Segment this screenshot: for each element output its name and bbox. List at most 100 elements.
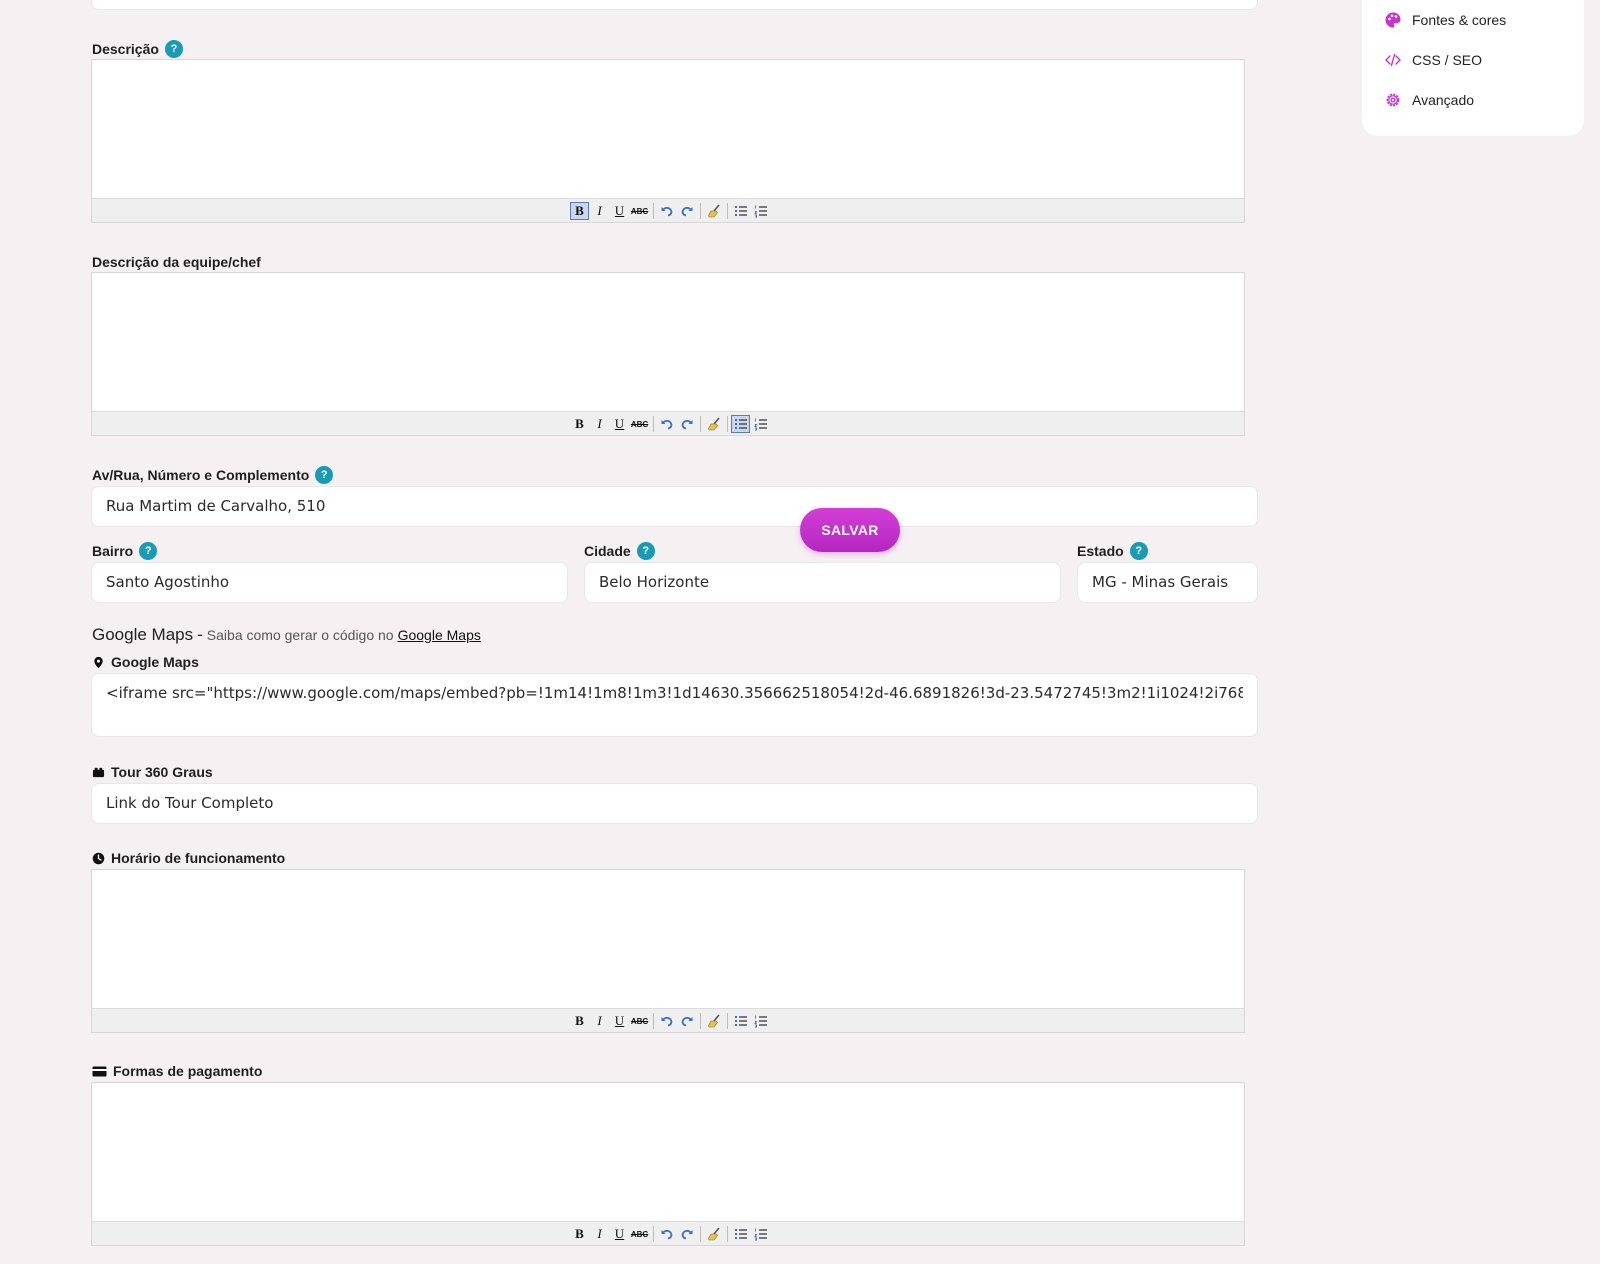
clock-icon — [92, 852, 105, 864]
estado-label: Estado ? — [1077, 541, 1148, 561]
redo-button[interactable] — [677, 202, 696, 220]
italic-button[interactable]: I — [590, 415, 609, 433]
endereco-input[interactable]: Rua Martim de Carvalho, 510 — [91, 486, 1258, 527]
camera-icon — [92, 767, 105, 777]
numbered-list-button[interactable] — [751, 202, 770, 220]
bairro-input[interactable]: Santo Agostinho — [91, 562, 568, 603]
bullet-list-icon — [734, 1229, 747, 1239]
editor-toolbar: B I U ABC — [92, 1221, 1244, 1245]
help-icon[interactable]: ? — [636, 542, 655, 560]
toolbar-divider — [700, 1226, 701, 1242]
descricao-editor: B I U ABC — [91, 59, 1245, 223]
endereco-label: Av/Rua, Número e Complemento ? — [92, 465, 334, 485]
undo-icon — [661, 206, 672, 217]
map-pin-icon — [94, 656, 103, 668]
editor-toolbar: B I U ABC — [92, 198, 1244, 222]
numbered-list-icon — [753, 1228, 767, 1241]
bullet-list-button[interactable] — [731, 1225, 750, 1243]
google-maps-heading: Google Maps - Saiba como gerar o código … — [92, 625, 481, 644]
broom-icon — [707, 1014, 720, 1028]
toolbar-divider — [653, 1013, 654, 1029]
top-field-edge[interactable] — [91, 0, 1258, 10]
horario-label: Horário de funcionamento — [92, 848, 285, 868]
side-menu-css-seo[interactable]: CSS / SEO — [1384, 48, 1482, 72]
side-menu-advanced[interactable]: Avançado — [1384, 88, 1474, 112]
italic-button[interactable]: I — [590, 202, 609, 220]
pagamento-label: Formas de pagamento — [92, 1061, 262, 1081]
undo-icon — [661, 1016, 672, 1027]
editor-toolbar: B I U ABC — [92, 1008, 1244, 1032]
tour-label: Tour 360 Graus — [92, 762, 213, 782]
redo-icon — [681, 1016, 692, 1027]
bold-button[interactable]: B — [570, 202, 589, 220]
editor-text-area[interactable] — [92, 60, 1244, 199]
undo-button[interactable] — [657, 202, 676, 220]
descricao-equipe-editor: B I U ABC — [91, 272, 1245, 436]
strikethrough-button[interactable]: ABC — [630, 202, 649, 220]
redo-button[interactable] — [677, 1225, 696, 1243]
pagamento-editor: B I U ABC — [91, 1082, 1245, 1246]
italic-button[interactable]: I — [590, 1225, 609, 1243]
toolbar-divider — [653, 416, 654, 432]
help-icon[interactable]: ? — [164, 40, 183, 58]
bold-button[interactable]: B — [570, 1012, 589, 1030]
toolbar-divider — [700, 416, 701, 432]
editor-text-area[interactable] — [92, 273, 1244, 412]
descricao-equipe-label: Descrição da equipe/chef — [92, 254, 261, 270]
toolbar-divider — [700, 1013, 701, 1029]
undo-button[interactable] — [657, 1225, 676, 1243]
help-icon[interactable]: ? — [315, 466, 334, 484]
redo-button[interactable] — [677, 415, 696, 433]
side-menu-fonts-colors[interactable]: Fontes & cores — [1384, 8, 1506, 32]
strikethrough-button[interactable]: ABC — [630, 1225, 649, 1243]
undo-icon — [661, 419, 672, 430]
numbered-list-button[interactable] — [751, 1012, 770, 1030]
strikethrough-button[interactable]: ABC — [630, 415, 649, 433]
side-menu-label: CSS / SEO — [1412, 52, 1483, 68]
google-maps-link[interactable]: Google Maps — [398, 627, 481, 643]
credit-card-icon — [92, 1066, 107, 1076]
underline-button[interactable]: U — [610, 1225, 629, 1243]
toolbar-divider — [653, 1226, 654, 1242]
bullet-list-button[interactable] — [731, 1012, 750, 1030]
broom-icon — [707, 1227, 720, 1241]
bold-button[interactable]: B — [570, 415, 589, 433]
editor-text-area[interactable] — [92, 870, 1244, 1009]
undo-button[interactable] — [657, 1012, 676, 1030]
horario-editor: B I U ABC — [91, 869, 1245, 1033]
toolbar-divider — [727, 1226, 728, 1242]
underline-button[interactable]: U — [610, 202, 629, 220]
help-icon[interactable]: ? — [1129, 542, 1148, 560]
bullet-list-button[interactable] — [731, 202, 750, 220]
cidade-input[interactable]: Belo Horizonte — [584, 562, 1061, 603]
clear-format-button[interactable] — [704, 1225, 723, 1243]
bold-button[interactable]: B — [570, 1225, 589, 1243]
toolbar-divider — [727, 1013, 728, 1029]
editor-text-area[interactable] — [92, 1083, 1244, 1222]
underline-button[interactable]: U — [610, 1012, 629, 1030]
redo-button[interactable] — [677, 1012, 696, 1030]
help-icon[interactable]: ? — [139, 542, 158, 560]
bullet-list-button[interactable] — [731, 415, 750, 433]
numbered-list-button[interactable] — [751, 415, 770, 433]
broom-icon — [707, 417, 720, 431]
estado-select[interactable]: MG - Minas Gerais — [1077, 562, 1258, 603]
strikethrough-button[interactable]: ABC — [630, 1012, 649, 1030]
google-maps-label: Google Maps — [92, 652, 199, 672]
numbered-list-button[interactable] — [751, 1225, 770, 1243]
clear-format-button[interactable] — [704, 415, 723, 433]
bullet-list-icon — [734, 206, 747, 216]
side-menu-label: Avançado — [1412, 92, 1475, 108]
clear-format-button[interactable] — [704, 1012, 723, 1030]
clear-format-button[interactable] — [704, 202, 723, 220]
toolbar-divider — [653, 203, 654, 219]
google-maps-embed-input[interactable]: <iframe src="https://www.google.com/maps… — [91, 673, 1258, 737]
code-icon — [1385, 53, 1401, 67]
italic-button[interactable]: I — [590, 1012, 609, 1030]
side-menu-label: Fontes & cores — [1412, 12, 1507, 28]
tour-input[interactable]: Link do Tour Completo — [91, 783, 1258, 824]
undo-button[interactable] — [657, 415, 676, 433]
redo-icon — [681, 1229, 692, 1240]
underline-button[interactable]: U — [610, 415, 629, 433]
save-button[interactable]: SALVAR — [800, 508, 900, 552]
